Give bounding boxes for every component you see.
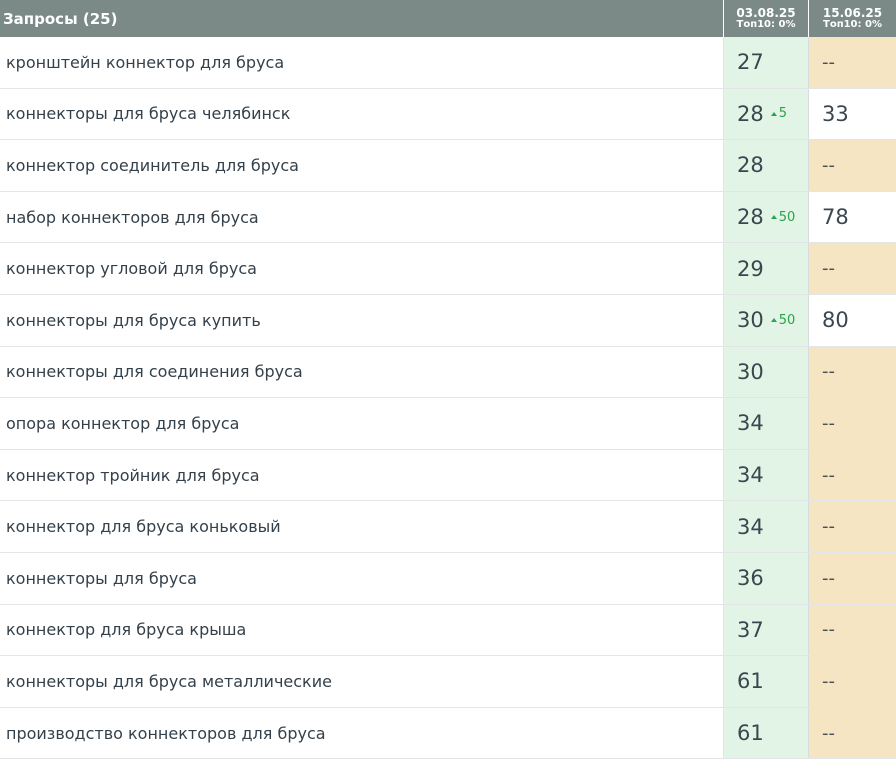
position-value: 61 [737,721,764,746]
previous-position-cell: 78 [809,191,896,243]
query-cell[interactable]: коннекторы для бруса [0,552,724,604]
position-value: 61 [737,669,764,694]
position-cell: 61 [724,656,809,707]
position-value: 28 [737,153,764,178]
position-cell: 28 [724,140,809,191]
position-delta: 50 [770,209,796,225]
query-cell[interactable]: коннектор тройник для бруса [0,449,724,501]
triangle-up-icon [770,111,777,116]
previous-position-cell: -- [809,656,896,707]
table-row: коннекторы для бруса купить 30 50 80 [0,294,896,347]
position-value: 34 [737,514,764,539]
position-cell: 34 [724,501,809,552]
position-value: 28 [737,205,764,230]
position-value: 28 [737,101,764,126]
query-cell[interactable]: коннектор для бруса коньковый [0,501,724,552]
previous-position-cell: -- [809,37,896,88]
table-row: коннекторы для бруса металлические 61 -- [0,656,896,708]
position-value: 34 [737,411,764,436]
position-cell: 28 50 [724,191,809,243]
position-cell: 30 50 [724,294,809,346]
query-cell[interactable]: коннекторы для бруса купить [0,294,724,346]
table-row: опора коннектор для бруса 34 -- [0,398,896,450]
position-delta: 5 [770,106,788,122]
position-cell: 28 5 [724,88,809,140]
table-row: коннектор соединитель для бруса 28 -- [0,140,896,192]
position-value: 30 [737,308,764,333]
position-cell: 29 [724,243,809,294]
query-cell[interactable]: коннектор для бруса крыша [0,604,724,656]
delta-value: 50 [778,312,796,328]
position-cell: 34 [724,449,809,501]
position-delta: 50 [770,312,796,328]
previous-position-cell: -- [809,501,896,552]
column-date: 03.08.25 [736,5,796,20]
table-row: коннектор тройник для бруса 34 -- [0,449,896,502]
table-row: коннектор для бруса крыша 37 -- [0,604,896,657]
table-row: коннекторы для соединения бруса 30 -- [0,346,896,399]
previous-position-cell: -- [809,346,896,398]
query-cell[interactable]: коннекторы для бруса челябинск [0,88,724,140]
table-row: коннектор для бруса коньковый 34 -- [0,501,896,553]
column-top10: Топ10: 0% [823,18,882,30]
position-value: 29 [737,256,764,281]
delta-value: 5 [778,106,788,122]
previous-position-cell: 33 [809,88,896,140]
position-cell: 61 [724,707,809,759]
position-cell: 36 [724,552,809,604]
table-row: производство коннекторов для бруса 61 -- [0,707,896,760]
position-cell: 27 [724,37,809,88]
previous-position-cell: 80 [809,294,896,346]
position-cell: 37 [724,604,809,656]
previous-position-cell: -- [809,707,896,759]
query-cell[interactable]: коннекторы для соединения бруса [0,346,724,398]
table-row: кронштейн коннектор для бруса 27 -- [0,37,896,89]
position-value: 36 [737,566,764,591]
column-header-previous[interactable]: 15.06.25 Топ10: 0% [809,0,896,37]
previous-position-cell: -- [809,552,896,604]
query-cell[interactable]: производство коннекторов для бруса [0,707,724,759]
column-top10: Топ10: 0% [736,18,796,30]
query-cell[interactable]: коннекторы для бруса металлические [0,656,724,707]
position-cell: 34 [724,398,809,449]
table-row: набор коннекторов для бруса 28 50 78 [0,191,896,244]
query-cell[interactable]: опора коннектор для бруса [0,398,724,449]
previous-position-cell: -- [809,449,896,501]
table-row: коннектор угловой для бруса 29 -- [0,243,896,295]
triangle-up-icon [770,215,777,220]
position-value: 37 [737,617,764,642]
table-header: Запросы (25) 03.08.25 Топ10: 0% 15.06.25… [0,0,896,37]
triangle-up-icon [770,318,777,323]
position-value: 30 [737,359,764,384]
position-value: 34 [737,463,764,488]
column-date: 15.06.25 [822,5,883,20]
query-cell[interactable]: набор коннекторов для бруса [0,191,724,243]
table-row: коннекторы для бруса челябинск 28 5 33 [0,88,896,141]
previous-position-cell: -- [809,398,896,449]
query-cell[interactable]: кронштейн коннектор для бруса [0,37,724,88]
previous-position-cell: -- [809,604,896,656]
delta-value: 50 [778,209,796,225]
table-row: коннекторы для бруса 36 -- [0,552,896,605]
previous-position-cell: -- [809,140,896,191]
position-value: 27 [737,50,764,75]
queries-header[interactable]: Запросы (25) [0,0,724,37]
previous-position-cell: -- [809,243,896,294]
query-cell[interactable]: коннектор соединитель для бруса [0,140,724,191]
rankings-table: Запросы (25) 03.08.25 Топ10: 0% 15.06.25… [0,0,896,760]
query-cell[interactable]: коннектор угловой для бруса [0,243,724,294]
position-cell: 30 [724,346,809,398]
table-body: кронштейн коннектор для бруса 27 -- коннект… [0,37,896,760]
column-header-current[interactable]: 03.08.25 Топ10: 0% [724,0,809,37]
